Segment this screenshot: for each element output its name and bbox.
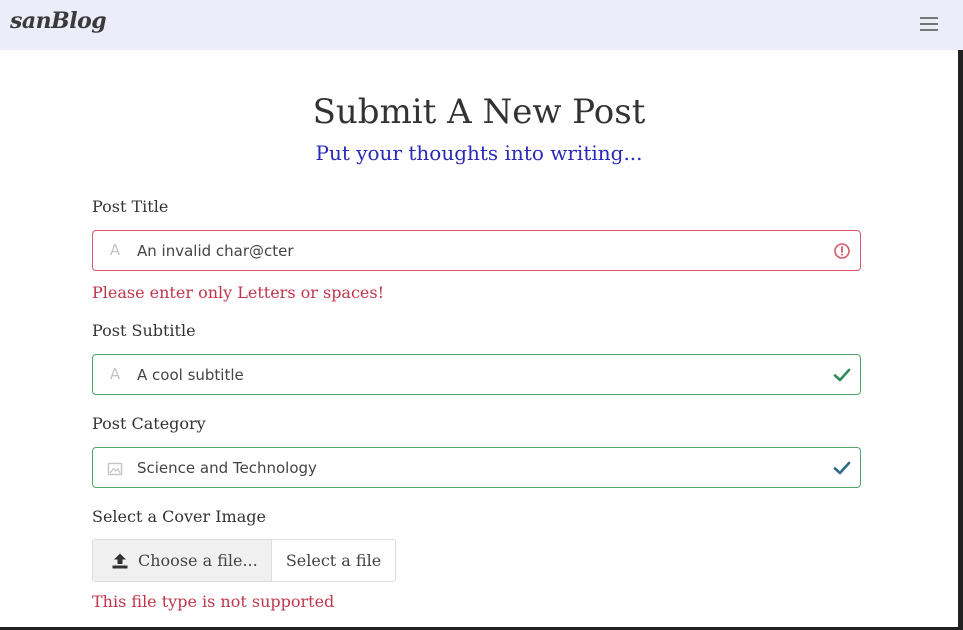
post-category-field	[92, 447, 861, 488]
post-title-field: A	[92, 230, 861, 271]
upload-icon	[112, 553, 128, 568]
post-subtitle-label: Post Subtitle	[92, 321, 196, 340]
font-letter-icon: A	[109, 241, 121, 259]
cover-image-label: Select a Cover Image	[92, 507, 266, 526]
post-title-error: Please enter only Letters or spaces!	[92, 283, 385, 302]
cover-image-file-input: Choose a file... Select a file	[92, 539, 396, 582]
post-category-label: Post Category	[92, 414, 206, 433]
page-subtitle: Put your thoughts into writing...	[315, 141, 643, 165]
font-letter-icon: A	[109, 365, 121, 383]
post-subtitle-input[interactable]	[137, 356, 817, 393]
cover-image-error: This file type is not supported	[92, 592, 335, 611]
post-title-label: Post Title	[92, 197, 169, 216]
choose-file-button[interactable]: Choose a file...	[93, 540, 272, 581]
image-icon	[107, 462, 123, 476]
navbar: sanBlog	[0, 0, 963, 50]
exclamation-circle-icon	[834, 243, 850, 259]
brand-logo[interactable]: sanBlog	[10, 8, 107, 34]
checkmark-icon	[833, 368, 851, 382]
post-category-input[interactable]	[137, 449, 817, 486]
choose-file-label: Choose a file...	[138, 551, 258, 570]
checkmark-icon	[833, 461, 851, 475]
page-title: Submit A New Post	[312, 92, 646, 132]
post-subtitle-field: A	[92, 354, 861, 395]
hamburger-menu-icon[interactable]	[918, 13, 942, 35]
window-edge-right	[958, 50, 963, 630]
selected-file-name[interactable]: Select a file	[272, 540, 395, 581]
post-title-input[interactable]	[137, 232, 817, 269]
